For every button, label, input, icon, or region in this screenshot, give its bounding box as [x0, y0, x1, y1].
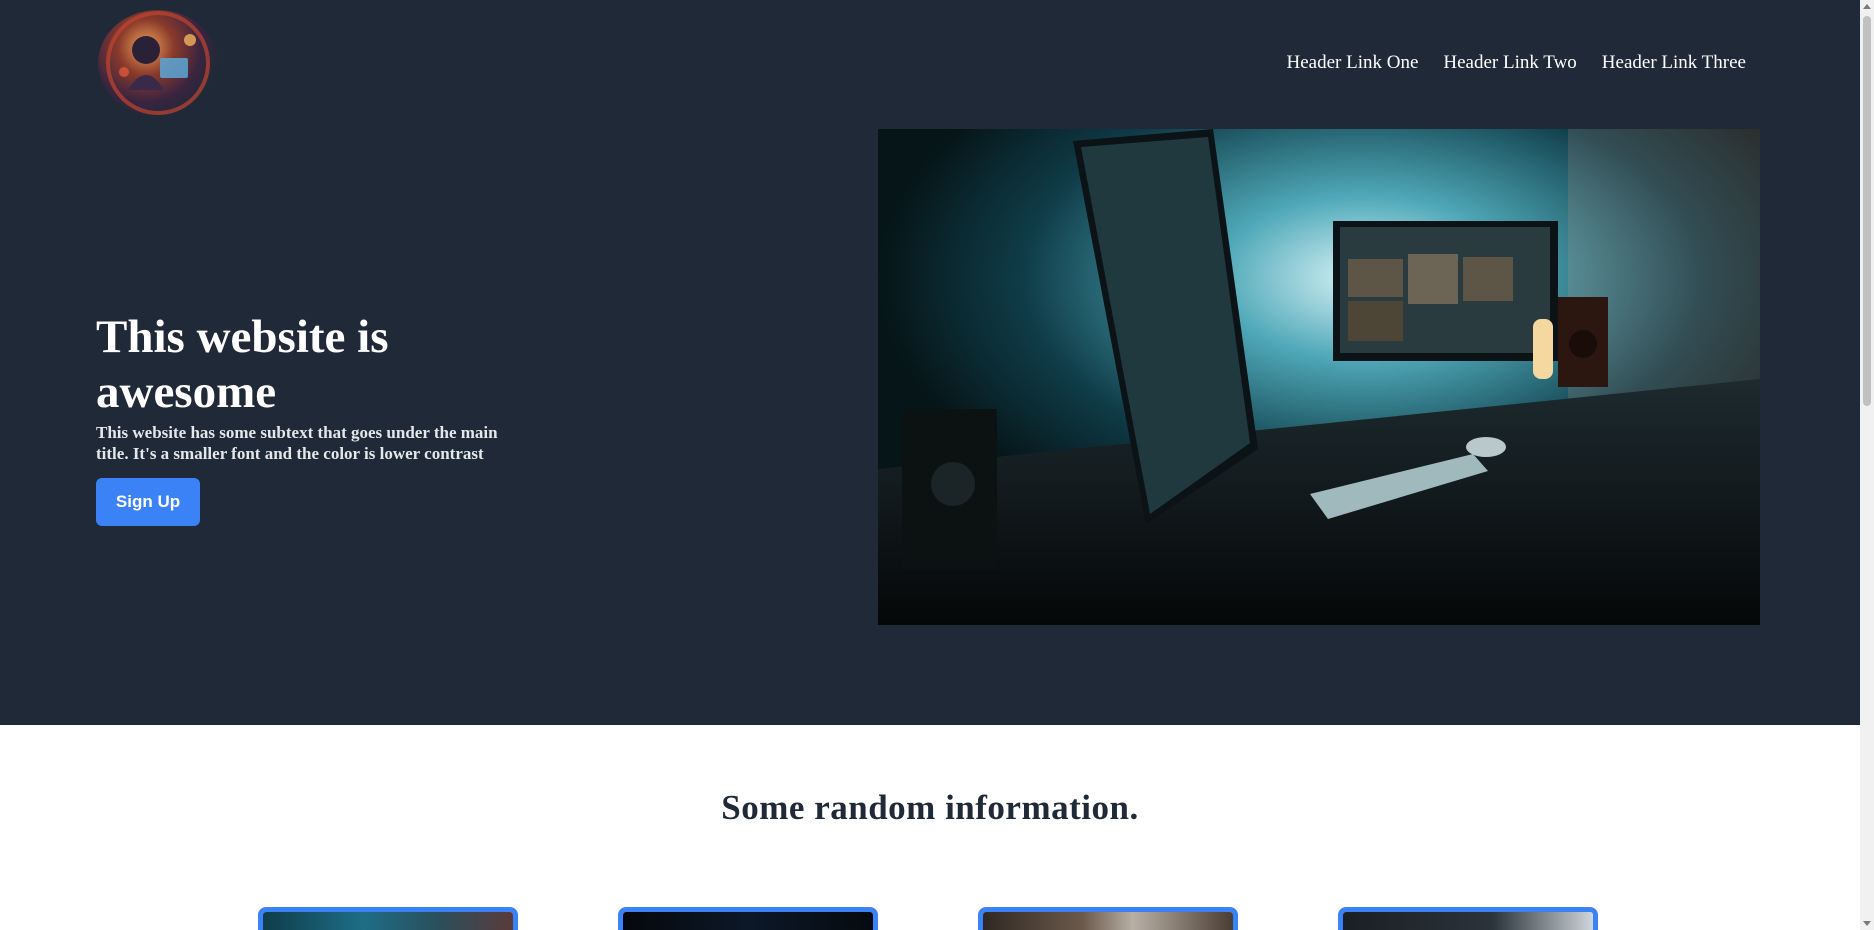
header-link-two[interactable]: Header Link Two [1443, 52, 1576, 74]
info-card[interactable] [978, 907, 1238, 930]
hero-subtitle: This website has some subtext that goes … [96, 423, 498, 463]
card-photo-1-icon [263, 912, 513, 930]
header-link-three[interactable]: Header Link Three [1602, 52, 1746, 74]
scrollbar-thumb[interactable] [1863, 16, 1871, 406]
card-photo-2-icon [623, 912, 873, 930]
hero-section: Header Link One Header Link Two Header L… [0, 0, 1860, 725]
info-card[interactable] [618, 907, 878, 930]
info-card[interactable] [1338, 907, 1598, 930]
hero-title: This website is awesome [96, 311, 389, 418]
sign-up-button[interactable]: Sign Up [96, 478, 200, 526]
hero-image [878, 129, 1760, 625]
card-photo-4-icon [1343, 912, 1593, 930]
scroll-up-icon[interactable] [1863, 4, 1871, 9]
info-cards [258, 907, 1598, 930]
info-card[interactable] [258, 907, 518, 930]
header-nav: Header Link One Header Link Two Header L… [1287, 52, 1746, 74]
scroll-down-icon[interactable] [1863, 921, 1871, 926]
card-photo-3-icon [983, 912, 1233, 930]
page-scrollbar[interactable] [1860, 0, 1874, 930]
info-section-title: Some random information. [721, 788, 1139, 827]
logo-icon[interactable] [98, 10, 218, 116]
header-link-one[interactable]: Header Link One [1287, 52, 1419, 74]
hero-text-block: This website is awesome This website has… [96, 310, 516, 526]
